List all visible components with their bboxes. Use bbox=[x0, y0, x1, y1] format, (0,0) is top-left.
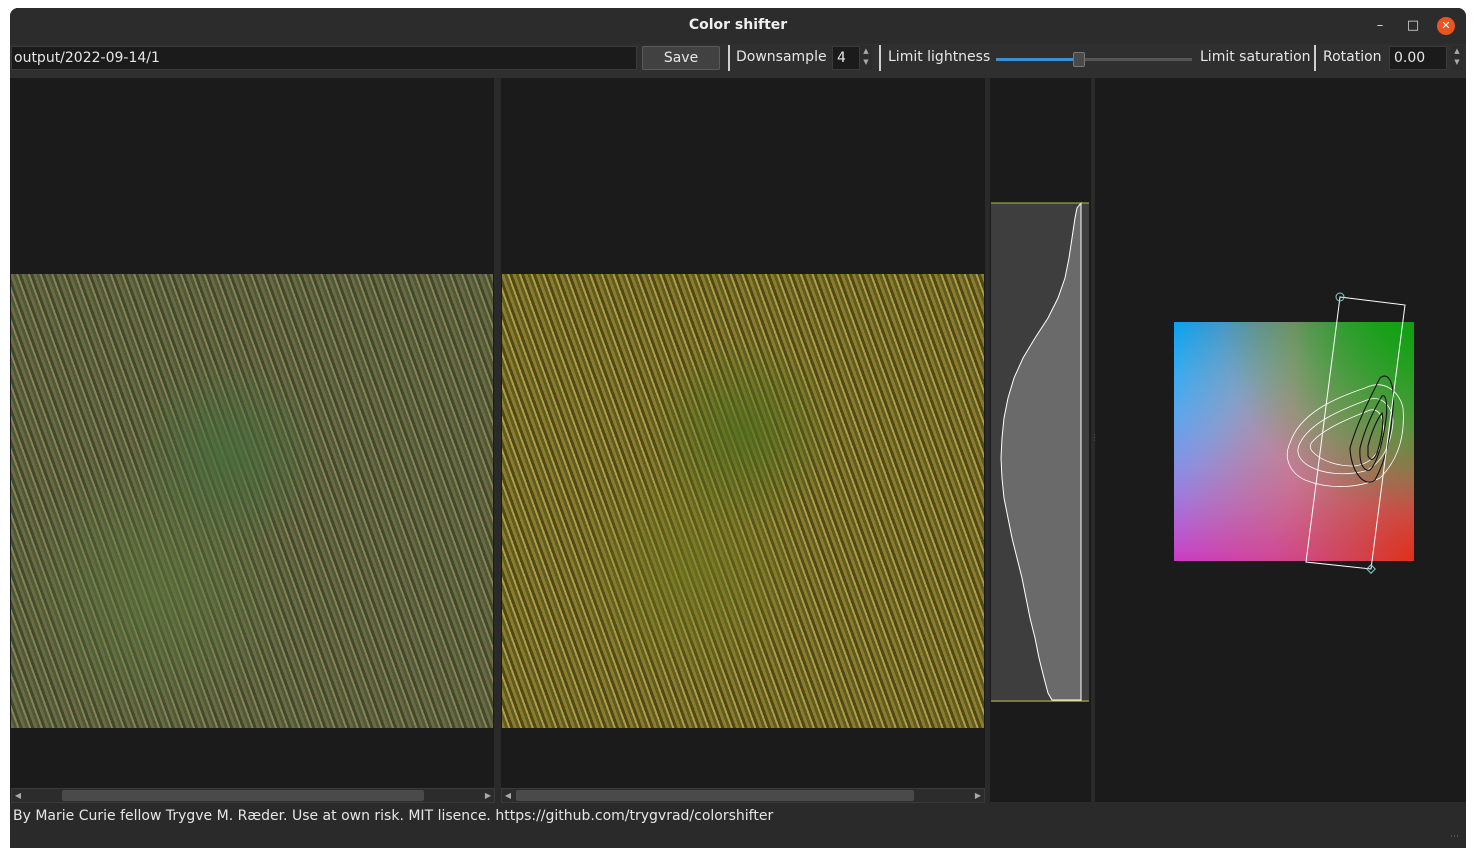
limit-saturation-label: Limit saturation bbox=[1200, 49, 1311, 65]
maximize-icon[interactable]: □ bbox=[1404, 17, 1422, 35]
downsample-spin-arrows[interactable]: ▲ ▼ bbox=[860, 46, 872, 70]
toolbar-separator bbox=[1314, 45, 1316, 71]
close-icon[interactable]: ✕ bbox=[1437, 17, 1455, 35]
original-image-pane bbox=[10, 78, 494, 802]
scroll-right-icon[interactable]: ▶ bbox=[972, 789, 984, 802]
spin-up-icon[interactable]: ▲ bbox=[1451, 46, 1463, 57]
output-path-input[interactable]: output/2022-09-14/1 bbox=[11, 46, 637, 70]
spin-down-icon[interactable]: ▼ bbox=[1451, 57, 1463, 68]
color-plane bbox=[1174, 322, 1414, 561]
toolbar: output/2022-09-14/1 Save Downsample 4 ▲ … bbox=[10, 44, 1466, 78]
shifted-image bbox=[502, 274, 984, 728]
scrollbar-thumb[interactable] bbox=[516, 790, 914, 801]
scroll-left-icon[interactable]: ◀ bbox=[12, 789, 24, 802]
rotation-spin-arrows[interactable]: ▲ ▼ bbox=[1451, 46, 1463, 70]
rotation-label: Rotation bbox=[1323, 49, 1382, 65]
save-button[interactable]: Save bbox=[642, 46, 720, 70]
resize-grip-icon[interactable]: ⋯ bbox=[1450, 832, 1462, 844]
scroll-left-icon[interactable]: ◀ bbox=[502, 789, 514, 802]
shifted-image-pane bbox=[501, 78, 985, 802]
minimize-icon[interactable]: – bbox=[1371, 17, 1389, 35]
color-map-pane bbox=[1095, 78, 1466, 802]
downsample-spinbox[interactable]: 4 bbox=[832, 46, 860, 70]
limit-lightness-label: Limit lightness bbox=[888, 49, 991, 65]
toolbar-separator bbox=[728, 45, 730, 71]
scrollbar-thumb[interactable] bbox=[62, 790, 424, 801]
color-map[interactable] bbox=[1095, 78, 1466, 802]
status-bar: By Marie Curie fellow Trygve M. Ræder. U… bbox=[13, 808, 774, 824]
scroll-right-icon[interactable]: ▶ bbox=[482, 789, 494, 802]
spin-up-icon[interactable]: ▲ bbox=[860, 46, 872, 57]
lightness-slider-handle[interactable] bbox=[1073, 52, 1085, 67]
title-bar: Color shifter – □ ✕ bbox=[10, 8, 1466, 44]
toolbar-separator bbox=[879, 45, 881, 71]
original-image bbox=[11, 274, 493, 728]
lightness-histogram-pane bbox=[990, 78, 1091, 802]
downsample-label: Downsample bbox=[736, 49, 827, 65]
shifted-image-scrollbar[interactable]: ◀ ▶ bbox=[501, 788, 985, 803]
app-window: Color shifter – □ ✕ output/2022-09-14/1 … bbox=[10, 8, 1466, 848]
splitter-handle[interactable]: ⋮ bbox=[1091, 433, 1099, 449]
original-image-scrollbar[interactable]: ◀ ▶ bbox=[11, 788, 495, 803]
window-title: Color shifter bbox=[688, 17, 788, 33]
lightness-histogram[interactable] bbox=[990, 78, 1091, 802]
rotation-spinbox[interactable]: 0.00 bbox=[1389, 46, 1447, 70]
spin-down-icon[interactable]: ▼ bbox=[860, 57, 872, 68]
lightness-slider-fill bbox=[996, 58, 1078, 61]
